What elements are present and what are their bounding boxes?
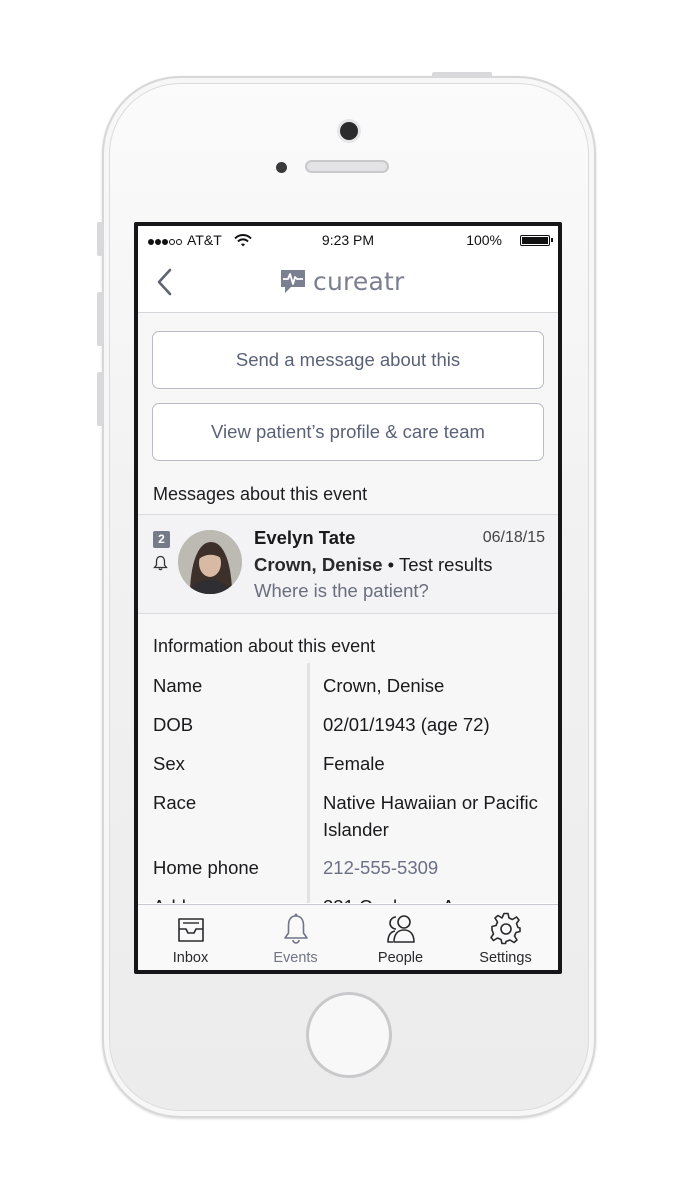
tab-label: Events <box>273 950 318 966</box>
app-screen: AT&T 9:23 PM 100% cureatr Send a message… <box>138 226 558 970</box>
info-value: 231 Cookman Ave <box>323 893 543 903</box>
info-value: Crown, Denise <box>323 675 445 696</box>
info-label: Home phone <box>153 857 259 878</box>
status-bar: AT&T 9:23 PM 100% <box>138 226 558 254</box>
tab-bar: Inbox Events People Settings <box>138 904 558 970</box>
unread-count-badge: 2 <box>153 531 170 548</box>
person-photo <box>178 530 242 594</box>
sender-name: Evelyn Tate <box>254 527 356 548</box>
volume-down-button <box>97 372 103 426</box>
cureatr-logo: cureatr <box>278 267 405 296</box>
people-icon <box>387 915 415 943</box>
front-camera <box>340 122 358 140</box>
message-subject: Crown, Denise • Test results <box>254 554 493 576</box>
info-label: Address <box>153 893 221 903</box>
inbox-icon <box>178 918 204 942</box>
message-topic: Test results <box>398 554 493 575</box>
bell-icon <box>153 555 168 571</box>
logo-wordmark: cureatr <box>313 267 405 296</box>
info-value: Female <box>323 753 385 774</box>
battery-percentage: 100% <box>466 232 502 248</box>
messages-section-title: Messages about this event <box>153 484 368 504</box>
navigation-bar: cureatr <box>138 254 558 313</box>
event-detail-content: Send a message about this View patient’s… <box>138 313 558 903</box>
volume-up-button <box>97 292 103 346</box>
tab-inbox[interactable]: Inbox <box>138 905 243 970</box>
info-label: Race <box>153 792 197 813</box>
gear-icon <box>490 912 521 945</box>
info-value: 02/01/1943 (age 72) <box>323 714 490 735</box>
power-button <box>432 72 492 78</box>
proximity-sensor <box>276 162 287 173</box>
patient-name: Crown, Denise <box>254 554 383 575</box>
back-button[interactable] <box>150 264 180 300</box>
mute-switch <box>97 222 103 256</box>
tab-label: Settings <box>479 950 532 966</box>
info-section-title: Information about this event <box>153 636 376 656</box>
chat-heartbeat-icon <box>281 269 305 293</box>
info-column-divider <box>307 663 310 903</box>
tab-settings[interactable]: Settings <box>453 905 558 970</box>
bell-icon <box>284 913 308 944</box>
tab-people[interactable]: People <box>348 905 453 970</box>
message-preview: Where is the patient? <box>254 580 429 601</box>
avatar <box>178 530 242 594</box>
send-message-button[interactable]: Send a message about this <box>152 331 544 389</box>
tab-label: Inbox <box>172 950 209 966</box>
battery-icon <box>520 235 553 246</box>
earpiece-speaker <box>305 160 389 173</box>
home-button[interactable] <box>306 992 392 1078</box>
info-label: Name <box>153 675 203 696</box>
message-thread-item[interactable]: 2 Evelyn Tate 06/18/15 Crown, Denise • T… <box>138 514 558 614</box>
chevron-left-icon <box>157 268 172 296</box>
message-date: 06/18/15 <box>482 529 545 546</box>
info-label: Sex <box>153 753 185 774</box>
subject-separator: • <box>382 554 399 575</box>
tab-label: People <box>377 950 424 966</box>
view-profile-button[interactable]: View patient’s profile & care team <box>152 403 544 461</box>
phone-link[interactable]: 212-555-5309 <box>323 854 543 881</box>
tab-events[interactable]: Events <box>243 905 348 970</box>
info-value: Native Hawaiian or Pacific Islander <box>323 792 538 840</box>
info-label: DOB <box>153 714 194 735</box>
